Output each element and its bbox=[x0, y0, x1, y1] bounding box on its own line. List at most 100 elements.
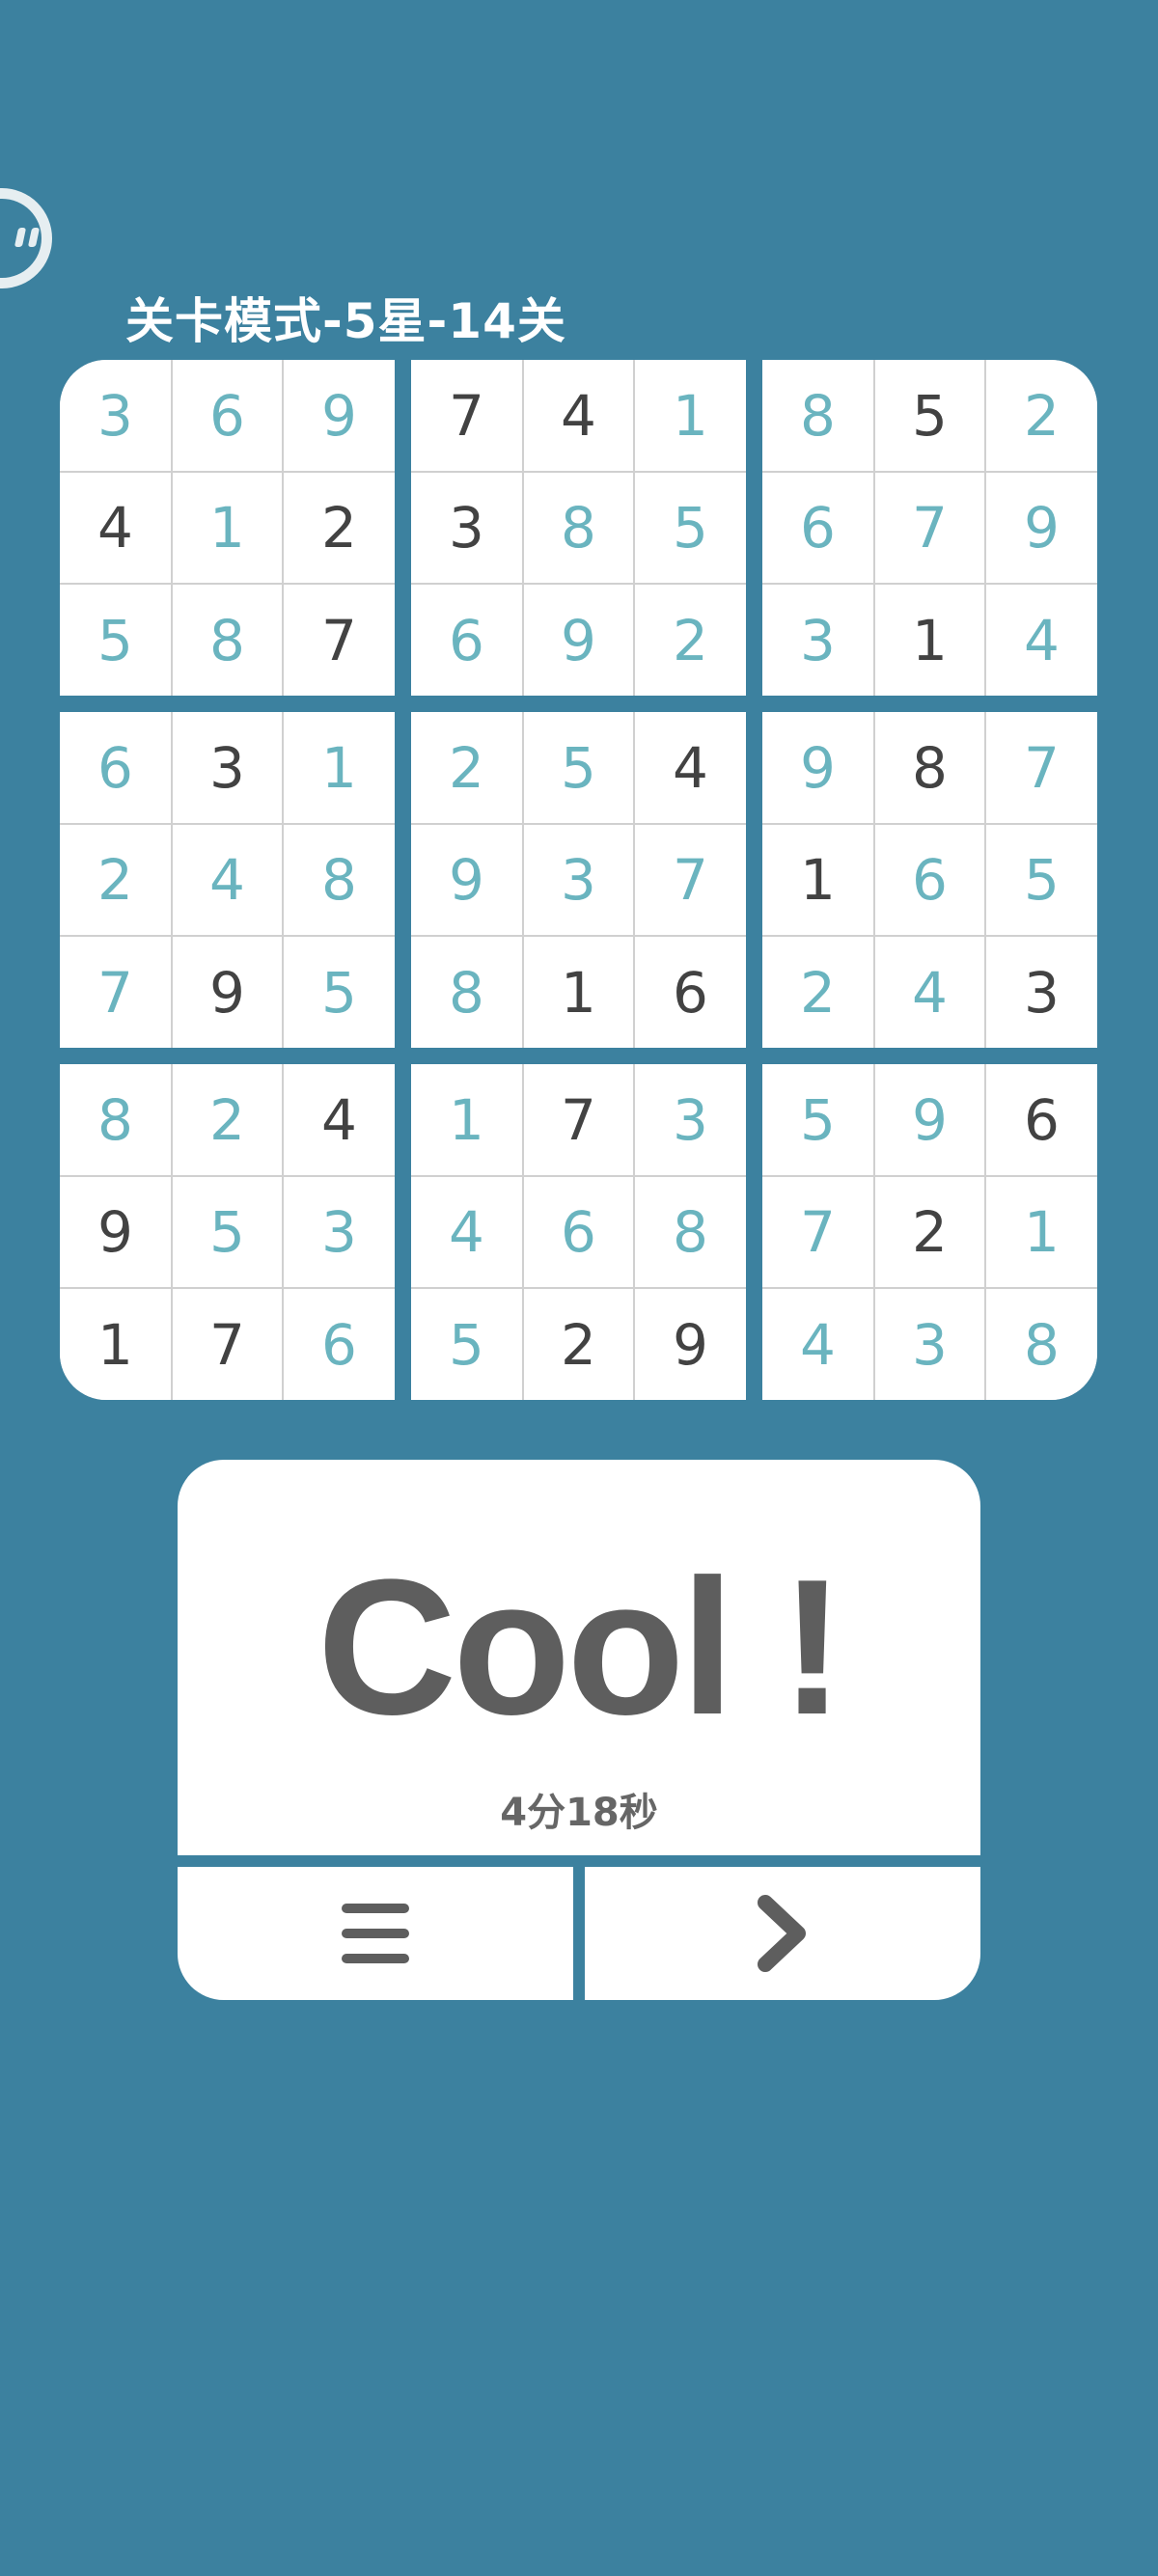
level-title: 关卡模式-5星-14关 bbox=[125, 293, 566, 349]
menu-icon bbox=[342, 1904, 409, 1963]
sudoku-cell[interactable]: 9 bbox=[411, 825, 522, 935]
sudoku-cell[interactable]: 2 bbox=[875, 1177, 984, 1287]
sudoku-cell[interactable]: 8 bbox=[875, 712, 984, 823]
sudoku-cell[interactable]: 5 bbox=[60, 585, 171, 696]
sudoku-cell[interactable]: 8 bbox=[524, 473, 633, 583]
sudoku-cell[interactable]: 9 bbox=[524, 585, 633, 696]
sudoku-cell[interactable]: 9 bbox=[60, 1177, 171, 1287]
sudoku-cell[interactable]: 9 bbox=[762, 712, 873, 823]
sudoku-cell[interactable]: 1 bbox=[411, 1064, 522, 1175]
menu-button[interactable] bbox=[178, 1867, 573, 2000]
sudoku-cell[interactable]: 7 bbox=[762, 1177, 873, 1287]
sudoku-cell[interactable]: 6 bbox=[173, 360, 282, 471]
sudoku-cell[interactable]: 1 bbox=[284, 712, 395, 823]
sudoku-cell[interactable]: 2 bbox=[173, 1064, 282, 1175]
sudoku-board: 3694125877413856928526793146312487952549… bbox=[60, 360, 1098, 1400]
sudoku-cell[interactable]: 6 bbox=[411, 585, 522, 696]
sudoku-cell[interactable]: 4 bbox=[173, 825, 282, 935]
sudoku-cell[interactable]: 4 bbox=[524, 360, 633, 471]
sudoku-cell[interactable]: 3 bbox=[986, 937, 1097, 1048]
sudoku-cell[interactable]: 4 bbox=[60, 473, 171, 583]
sudoku-cell[interactable]: 5 bbox=[284, 937, 395, 1048]
sudoku-cell[interactable]: 3 bbox=[284, 1177, 395, 1287]
sudoku-cell[interactable]: 3 bbox=[875, 1289, 984, 1400]
completion-time: 4分18秒 bbox=[500, 1791, 658, 1835]
sudoku-cell[interactable]: 4 bbox=[986, 585, 1097, 696]
sudoku-cell[interactable]: 6 bbox=[635, 937, 746, 1048]
sudoku-cell[interactable]: 4 bbox=[762, 1289, 873, 1400]
sudoku-cell[interactable]: 5 bbox=[762, 1064, 873, 1175]
sudoku-cell[interactable]: 1 bbox=[762, 825, 873, 935]
sudoku-cell[interactable]: 5 bbox=[524, 712, 633, 823]
sudoku-cell[interactable]: 8 bbox=[986, 1289, 1097, 1400]
sudoku-cell[interactable]: 7 bbox=[875, 473, 984, 583]
sudoku-cell[interactable]: 4 bbox=[875, 937, 984, 1048]
sudoku-cell[interactable]: 9 bbox=[173, 937, 282, 1048]
sudoku-cell[interactable]: 6 bbox=[60, 712, 171, 823]
sudoku-cell[interactable]: 9 bbox=[986, 473, 1097, 583]
pause-icon bbox=[0, 199, 41, 278]
sudoku-cell[interactable]: 7 bbox=[411, 360, 522, 471]
sudoku-cell[interactable]: 8 bbox=[762, 360, 873, 471]
sudoku-cell[interactable]: 7 bbox=[173, 1289, 282, 1400]
sudoku-cell[interactable]: 9 bbox=[875, 1064, 984, 1175]
sudoku-cell[interactable]: 9 bbox=[284, 360, 395, 471]
sudoku-cell[interactable]: 3 bbox=[60, 360, 171, 471]
sudoku-cell[interactable]: 6 bbox=[986, 1064, 1097, 1175]
sudoku-cell[interactable]: 8 bbox=[284, 825, 395, 935]
next-level-button[interactable] bbox=[585, 1867, 980, 2000]
sudoku-cell[interactable]: 1 bbox=[635, 360, 746, 471]
sudoku-box: 631 248 795 bbox=[60, 712, 395, 1048]
sudoku-cell[interactable]: 2 bbox=[524, 1289, 633, 1400]
sudoku-cell[interactable]: 7 bbox=[986, 712, 1097, 823]
sudoku-cell[interactable]: 9 bbox=[635, 1289, 746, 1400]
sudoku-box: 987 165 243 bbox=[762, 712, 1097, 1048]
sudoku-cell[interactable]: 7 bbox=[284, 585, 395, 696]
chevron-right-icon bbox=[758, 1895, 806, 1972]
sudoku-cell[interactable]: 2 bbox=[635, 585, 746, 696]
sudoku-cell[interactable]: 2 bbox=[986, 360, 1097, 471]
sudoku-box: 369 412 587 bbox=[60, 360, 395, 696]
sudoku-cell[interactable]: 5 bbox=[173, 1177, 282, 1287]
sudoku-cell[interactable]: 3 bbox=[411, 473, 522, 583]
sudoku-cell[interactable]: 1 bbox=[60, 1289, 171, 1400]
sudoku-cell[interactable]: 5 bbox=[635, 473, 746, 583]
sudoku-cell[interactable]: 2 bbox=[411, 712, 522, 823]
sudoku-cell[interactable]: 6 bbox=[524, 1177, 633, 1287]
sudoku-cell[interactable]: 1 bbox=[875, 585, 984, 696]
sudoku-cell[interactable]: 7 bbox=[524, 1064, 633, 1175]
sudoku-cell[interactable]: 6 bbox=[875, 825, 984, 935]
sudoku-cell[interactable]: 1 bbox=[524, 937, 633, 1048]
sudoku-cell[interactable]: 3 bbox=[173, 712, 282, 823]
sudoku-cell[interactable]: 4 bbox=[411, 1177, 522, 1287]
sudoku-box: 173 468 529 bbox=[411, 1064, 746, 1400]
sudoku-cell[interactable]: 7 bbox=[635, 825, 746, 935]
sudoku-cell[interactable]: 8 bbox=[635, 1177, 746, 1287]
sudoku-cell[interactable]: 1 bbox=[173, 473, 282, 583]
sudoku-cell[interactable]: 8 bbox=[173, 585, 282, 696]
sudoku-cell[interactable]: 4 bbox=[635, 712, 746, 823]
sudoku-cell[interactable]: 2 bbox=[60, 825, 171, 935]
sudoku-cell[interactable]: 5 bbox=[875, 360, 984, 471]
result-message: Cool ! bbox=[317, 1540, 845, 1755]
sudoku-cell[interactable]: 3 bbox=[635, 1064, 746, 1175]
sudoku-box: 254 937 816 bbox=[411, 712, 746, 1048]
sudoku-box: 596 721 438 bbox=[762, 1064, 1097, 1400]
sudoku-cell[interactable]: 1 bbox=[986, 1177, 1097, 1287]
sudoku-cell[interactable]: 6 bbox=[284, 1289, 395, 1400]
sudoku-cell[interactable]: 8 bbox=[60, 1064, 171, 1175]
sudoku-cell[interactable]: 7 bbox=[60, 937, 171, 1048]
sudoku-cell[interactable]: 2 bbox=[284, 473, 395, 583]
sudoku-box: 852 679 314 bbox=[762, 360, 1097, 696]
sudoku-cell[interactable]: 6 bbox=[762, 473, 873, 583]
sudoku-cell[interactable]: 2 bbox=[762, 937, 873, 1048]
sudoku-cell[interactable]: 8 bbox=[411, 937, 522, 1048]
side-panel-handle[interactable] bbox=[0, 188, 52, 288]
sudoku-cell[interactable]: 5 bbox=[411, 1289, 522, 1400]
sudoku-cell[interactable]: 4 bbox=[284, 1064, 395, 1175]
sudoku-cell[interactable]: 3 bbox=[762, 585, 873, 696]
sudoku-box: 824 953 176 bbox=[60, 1064, 395, 1400]
result-card: Cool ! 4分18秒 bbox=[178, 1460, 980, 1855]
sudoku-cell[interactable]: 3 bbox=[524, 825, 633, 935]
sudoku-cell[interactable]: 5 bbox=[986, 825, 1097, 935]
